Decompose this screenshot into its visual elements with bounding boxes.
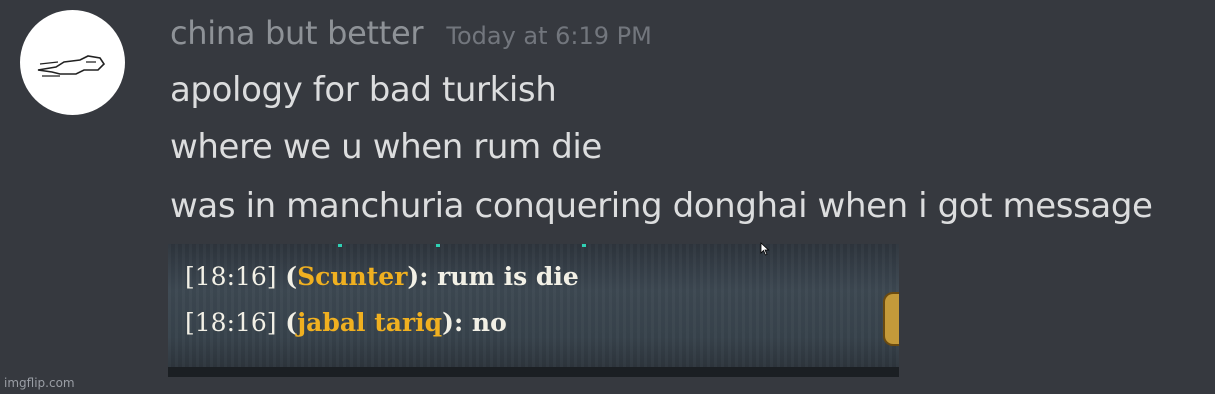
game-chat-line: [18:16] (jabal tariq): no bbox=[185, 308, 507, 337]
gold-ornament bbox=[883, 292, 899, 346]
teal-marker bbox=[582, 244, 586, 247]
message-timestamp: Today at 6:19 PM bbox=[446, 22, 652, 50]
username[interactable]: china but better bbox=[170, 14, 424, 52]
attachment-bottom-bar bbox=[168, 367, 899, 377]
message-line: was in manchuria conquering donghai when… bbox=[170, 186, 1153, 226]
avatar-doodle-icon bbox=[37, 55, 106, 77]
chat-time: [18:16] bbox=[185, 308, 277, 337]
chat-paren: ( bbox=[276, 262, 298, 291]
chat-player-name: Scunter bbox=[297, 262, 408, 291]
chat-player-name: jabal tariq bbox=[297, 308, 443, 337]
user-avatar[interactable] bbox=[20, 10, 125, 115]
chat-paren: ( bbox=[276, 308, 298, 337]
chat-time: [18:16] bbox=[185, 262, 277, 291]
chat-text: ): no bbox=[442, 308, 507, 337]
game-chat-line: [18:16] (Scunter): rum is die bbox=[185, 262, 579, 291]
teal-marker bbox=[436, 244, 440, 247]
message-header: china but better Today at 6:19 PM bbox=[170, 14, 652, 52]
message-line: where we u when rum die bbox=[170, 127, 602, 167]
message-line: apology for bad turkish bbox=[170, 70, 557, 110]
chat-text: ): rum is die bbox=[407, 262, 579, 291]
teal-marker bbox=[338, 244, 342, 247]
image-attachment[interactable]: [18:16] (Scunter): rum is die [18:16] (j… bbox=[168, 244, 899, 377]
mouse-cursor-icon bbox=[760, 242, 770, 256]
imgflip-watermark: imgflip.com bbox=[4, 376, 75, 390]
